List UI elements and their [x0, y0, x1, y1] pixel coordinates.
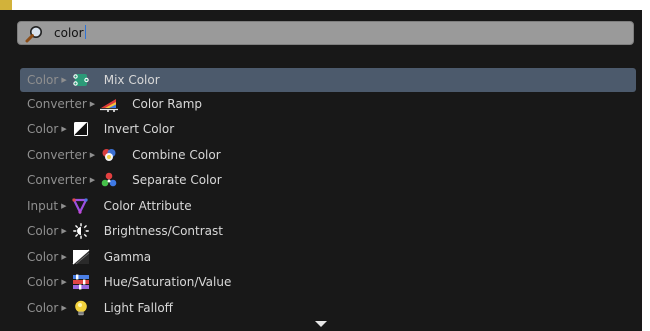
result-item-brightness-contrast[interactable]: Color ▶ Brightness/Contrast	[20, 219, 636, 243]
result-item-separate-color[interactable]: Converter ▶ Separate Color	[20, 168, 636, 192]
color-ramp-icon	[98, 95, 120, 113]
result-label: Mix Color	[103, 73, 160, 87]
invert-color-icon	[70, 120, 92, 138]
separate-color-icon	[98, 171, 120, 189]
search-panel: color Color ▶ Mix Color Converter ▶ Colo…	[0, 0, 650, 331]
result-item-mix-color[interactable]: Color ▶ Mix Color	[20, 68, 636, 92]
brightness-contrast-icon	[70, 222, 92, 240]
breadcrumb-arrow-icon: ▶	[61, 76, 67, 84]
result-label: Hue/Saturation/Value	[103, 275, 232, 289]
breadcrumb-arrow-icon: ▶	[89, 176, 96, 184]
right-edge	[642, 0, 650, 331]
result-item-gamma[interactable]: Color ▶ Gamma	[20, 245, 636, 269]
breadcrumb-arrow-icon: ▶	[61, 202, 67, 210]
breadcrumb-arrow-icon: ▶	[89, 151, 96, 159]
breadcrumb-arrow-icon: ▶	[61, 304, 67, 312]
result-label: Color Ramp	[132, 97, 203, 111]
result-label: Gamma	[103, 250, 152, 264]
result-item-combine-color[interactable]: Converter ▶ Combine Color	[20, 143, 636, 167]
results-list: Color ▶ Mix Color Converter ▶ Color Ramp…	[0, 66, 642, 331]
result-category: Converter	[27, 97, 87, 111]
search-input[interactable]: color	[17, 21, 634, 45]
result-category: Color	[27, 275, 59, 289]
result-category: Color	[27, 250, 59, 264]
gamma-icon	[70, 248, 92, 266]
search-query[interactable]: color	[54, 24, 86, 42]
color-attribute-icon	[69, 197, 91, 215]
result-item-color-attribute[interactable]: Input ▶ Color Attribute	[20, 194, 636, 218]
result-item-light-falloff[interactable]: Color ▶ Light Falloff	[20, 296, 636, 320]
hue-saturation-value-icon	[70, 273, 92, 291]
search-query-text: color	[54, 26, 84, 40]
result-label: Separate Color	[132, 173, 222, 187]
scroll-down-icon[interactable]	[315, 321, 327, 327]
result-label: Brightness/Contrast	[103, 224, 223, 238]
result-item-hue-saturation-value[interactable]: Color ▶ Hue/Saturation/Value	[20, 270, 636, 294]
result-label: Color Attribute	[103, 199, 192, 213]
breadcrumb-arrow-icon: ▶	[61, 278, 67, 286]
corner-accent	[0, 0, 12, 10]
result-label: Invert Color	[103, 122, 175, 136]
result-category: Color	[27, 73, 59, 87]
result-label: Combine Color	[132, 148, 221, 162]
result-category: Input	[27, 199, 59, 213]
breadcrumb-arrow-icon: ▶	[61, 125, 67, 133]
combine-color-icon	[98, 146, 120, 164]
breadcrumb-arrow-icon: ▶	[89, 100, 96, 108]
result-category: Converter	[27, 173, 87, 187]
top-edge	[0, 0, 642, 10]
result-category: Color	[27, 301, 59, 315]
result-item-invert-color[interactable]: Color ▶ Invert Color	[20, 117, 636, 141]
breadcrumb-arrow-icon: ▶	[61, 227, 67, 235]
breadcrumb-arrow-icon: ▶	[61, 253, 67, 261]
result-label: Light Falloff	[103, 301, 173, 315]
result-category: Color	[27, 224, 59, 238]
result-category: Color	[27, 122, 59, 136]
mix-color-icon	[70, 71, 92, 89]
result-category: Converter	[27, 148, 87, 162]
text-caret	[84, 25, 86, 39]
search-icon	[25, 26, 42, 43]
light-falloff-icon	[70, 299, 92, 317]
result-item-color-ramp[interactable]: Converter ▶ Color Ramp	[20, 92, 636, 116]
